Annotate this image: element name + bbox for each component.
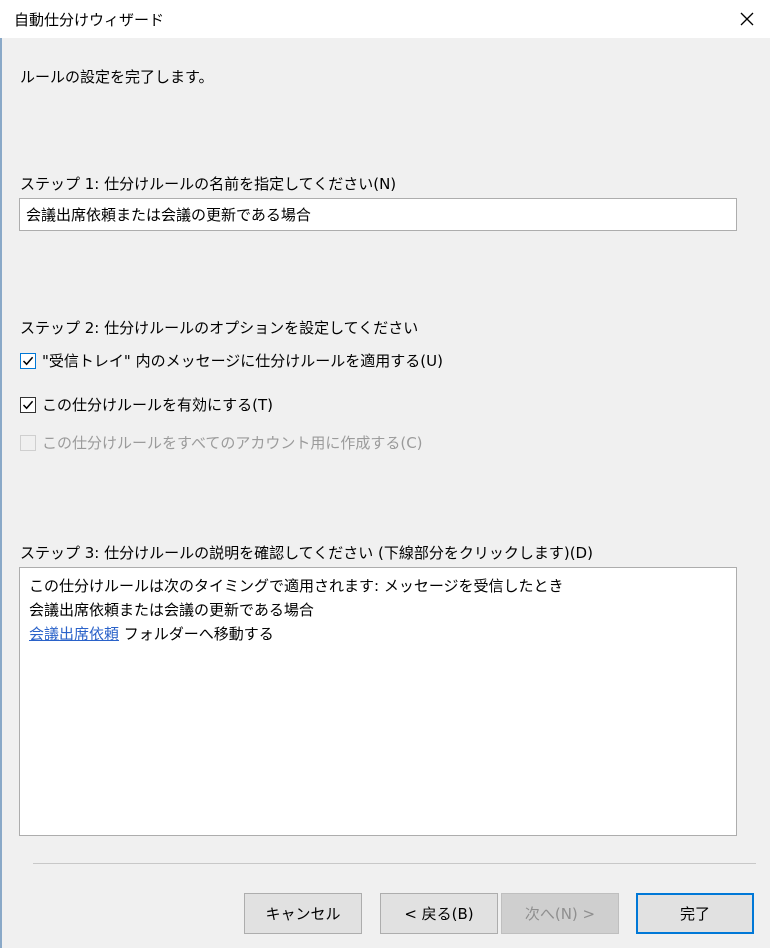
target-folder-link[interactable]: 会議出席依頼 bbox=[29, 625, 119, 643]
window-title: 自動仕分けウィザード bbox=[14, 11, 165, 29]
apply-to-inbox-option[interactable]: "受信トレイ" 内のメッセージに仕分けルールを適用する(U) bbox=[20, 350, 443, 371]
checkmark-icon bbox=[22, 400, 34, 409]
enable-rule-option[interactable]: この仕分けルールを有効にする(T) bbox=[20, 394, 273, 415]
enable-rule-label: この仕分けルールを有効にする(T) bbox=[42, 396, 274, 414]
intro-text: ルールの設定を完了します。 bbox=[20, 68, 214, 86]
enable-rule-checkbox[interactable] bbox=[20, 396, 36, 413]
description-action-text: フォルダーへ移動する bbox=[119, 625, 274, 643]
close-icon bbox=[740, 12, 754, 26]
next-button: 次へ(N) > bbox=[501, 893, 619, 934]
window-left-border bbox=[0, 0, 2, 948]
back-button[interactable]: < 戻る(B) bbox=[380, 893, 498, 934]
description-line-condition: 会議出席依頼または会議の更新である場合 bbox=[29, 601, 314, 619]
all-accounts-option: この仕分けルールをすべてのアカウント用に作成する(C) bbox=[20, 432, 423, 453]
title-bar: 自動仕分けウィザード bbox=[0, 0, 770, 38]
step2-label: ステップ 2: 仕分けルールのオプションを設定してください bbox=[20, 319, 419, 337]
description-line-trigger: この仕分けルールは次のタイミングで適用されます: メッセージを受信したとき bbox=[29, 577, 564, 595]
all-accounts-label: この仕分けルールをすべてのアカウント用に作成する(C) bbox=[42, 434, 423, 452]
cancel-button[interactable]: キャンセル bbox=[244, 893, 362, 934]
button-separator bbox=[33, 863, 756, 864]
apply-to-inbox-checkbox[interactable] bbox=[20, 352, 36, 369]
apply-to-inbox-label: "受信トレイ" 内のメッセージに仕分けルールを適用する(U) bbox=[42, 352, 443, 370]
rule-name-input[interactable] bbox=[19, 198, 737, 231]
step3-label: ステップ 3: 仕分けルールの説明を確認してください (下線部分をクリックします… bbox=[20, 544, 593, 562]
description-line-action: 会議出席依頼 フォルダーへ移動する bbox=[29, 622, 727, 646]
rule-description-box: この仕分けルールは次のタイミングで適用されます: メッセージを受信したとき 会議… bbox=[19, 567, 737, 836]
close-button[interactable] bbox=[724, 0, 770, 38]
finish-button[interactable]: 完了 bbox=[636, 893, 754, 934]
all-accounts-checkbox bbox=[20, 434, 36, 451]
checkmark-icon bbox=[22, 356, 34, 365]
step1-label: ステップ 1: 仕分けルールの名前を指定してください(N) bbox=[20, 175, 397, 193]
